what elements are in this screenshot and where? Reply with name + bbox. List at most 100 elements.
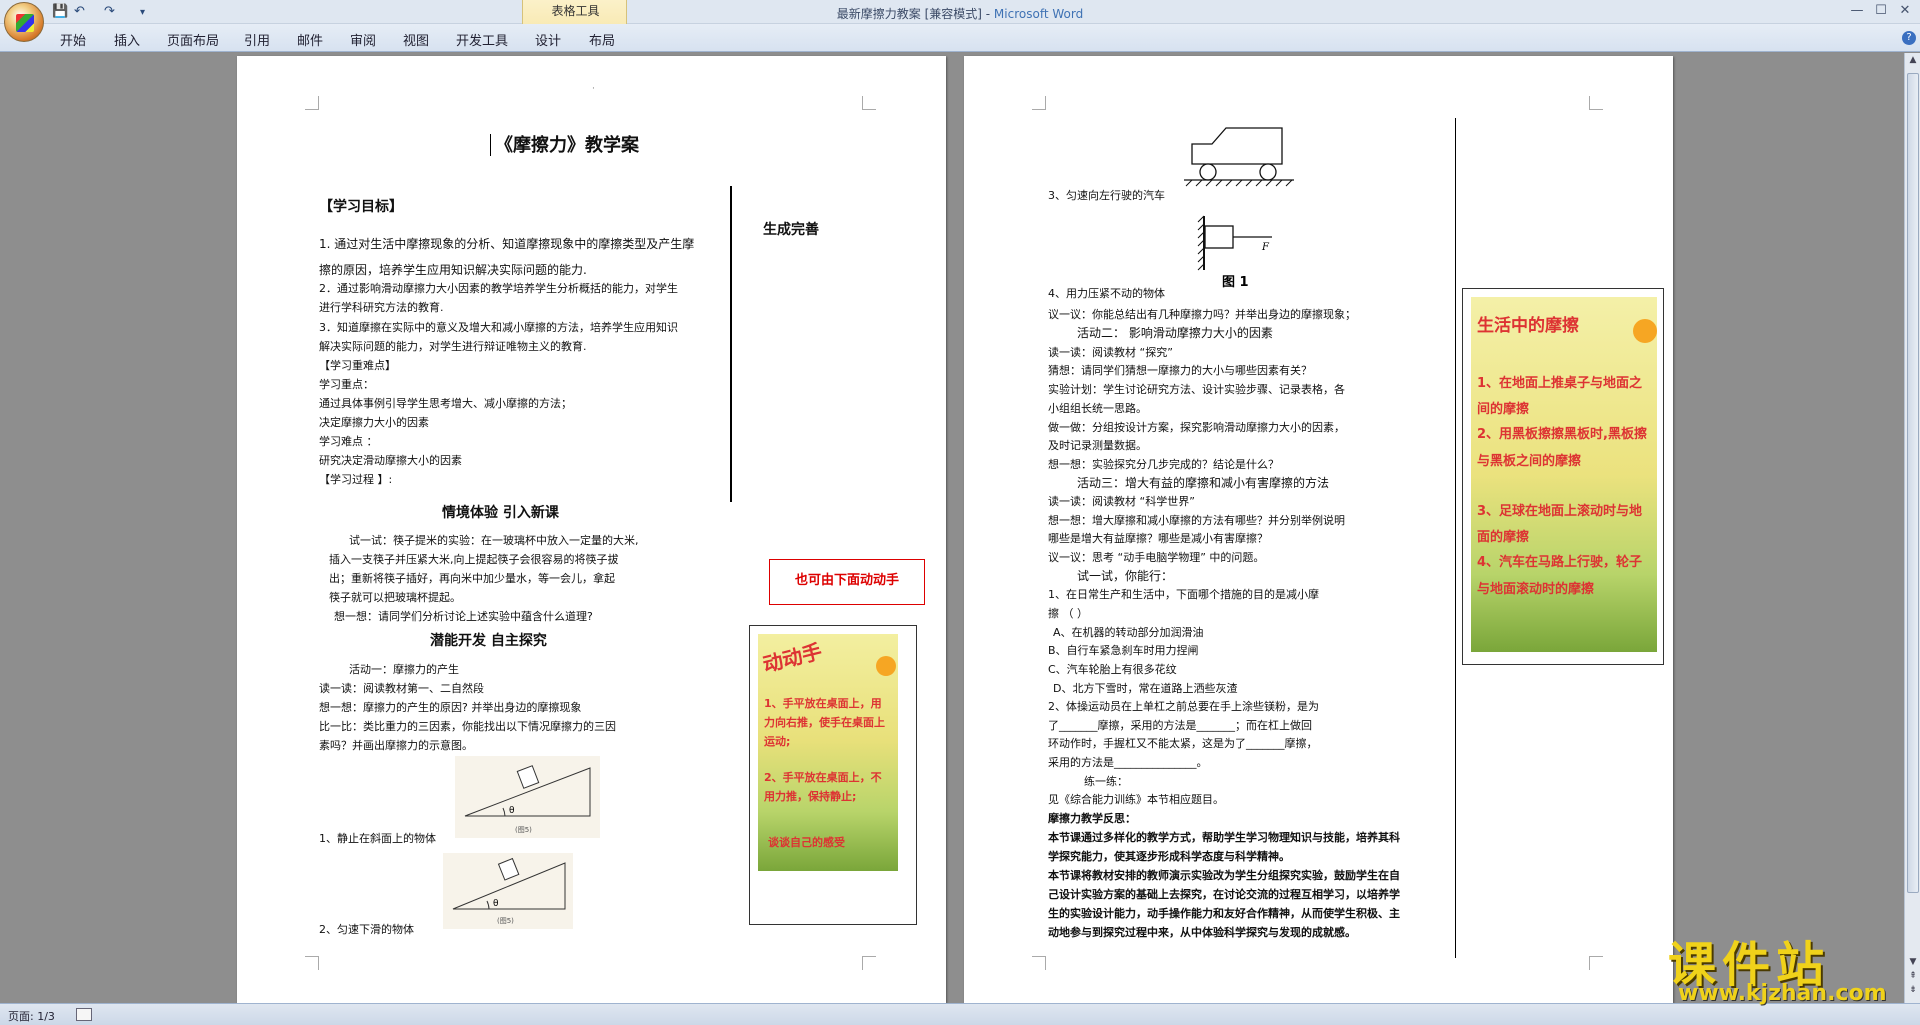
watermark-logo: 课件站 www.kjzhan.com (1668, 925, 1920, 1006)
figure-caption: 2、匀速下滑的物体 (319, 923, 414, 936)
fig-label: (图5) (515, 826, 532, 834)
poster-title: 动动手 (760, 639, 825, 677)
table-tools-label: 表格工具 (551, 4, 600, 18)
table-border (1455, 118, 1456, 958)
tab-view[interactable]: 视图 (403, 30, 429, 49)
section-title: 潜能开发 自主探究 (430, 633, 547, 649)
reflection-text: 本节课通过多样化的教学方式，帮助学生学习物理知识与技能，培养其科 (1048, 831, 1400, 844)
body-text: 想一想：摩擦力的产生的原因? 并举出身边的摩擦现象 (319, 701, 582, 714)
page-indicator[interactable]: 页面: 1/3 (8, 1008, 55, 1024)
sun-icon (876, 656, 896, 676)
tab-layout[interactable]: 布局 (589, 30, 615, 49)
body-text: 想一想：实验探究分几步完成的？结论是什么？ (1048, 458, 1279, 471)
tab-references[interactable]: 引用 (244, 30, 270, 49)
body-text: 及时记录测量数据。 (1048, 439, 1147, 452)
body-text: 采用的方法是_______________。 (1048, 756, 1208, 769)
body-text: 活动三：增大有益的摩擦和减小有害摩擦的方法 (1077, 476, 1330, 490)
office-button[interactable] (4, 2, 44, 42)
poster-text: 2、手平放在桌面上，不用力推，保持静止; (764, 771, 882, 803)
body-text: 活动二： 影响滑动摩擦力大小的因素 (1077, 326, 1273, 340)
body-text: 议一议：思考 “动手电脑学物理” 中的问题。 (1048, 551, 1265, 564)
process-header: 【学习过程 】: (319, 473, 393, 486)
margin-mark (1032, 956, 1046, 970)
reflection-header: 摩擦力教学反思： (1048, 812, 1136, 825)
body-text: 环动作时，手握杠又不能太紧，这是为了_______摩擦， (1048, 737, 1318, 750)
tab-insert[interactable]: 插入 (114, 30, 140, 49)
maximize-icon[interactable]: ☐ (1870, 3, 1892, 18)
margin-mark (1032, 96, 1046, 110)
minimize-icon[interactable]: — (1846, 3, 1868, 18)
section-title: 情境体验 引入新课 (442, 505, 559, 521)
goal-text: 擦的原因，培养学生应用知识解决实际问题的能力. (319, 263, 587, 277)
ribbon-tab-bar: 开始 插入 页面布局 引用 邮件 审阅 视图 开发工具 设计 布局 (0, 24, 1920, 52)
margin-mark (305, 96, 319, 110)
title-bar: 💾 ↶ ↷ ▾ 最新摩擦力教案 [兼容模式] - Microsoft Word … (0, 0, 1920, 24)
body-text: 读一读：阅读教材 “探究” (1048, 346, 1173, 359)
body-text: 筷子就可以把玻璃杯提起。 (329, 591, 461, 604)
tab-page-layout[interactable]: 页面布局 (167, 30, 219, 49)
body-text: 比一比：类比重力的三因素，你能找出以下情况摩擦力的三因 (319, 720, 616, 733)
incline-figure-2: θ (图5) (443, 853, 573, 929)
body-text: 议一议：你能总结出有几种摩擦力吗？并举出身边的摩擦现象； (1048, 308, 1356, 321)
close-icon[interactable]: ✕ (1894, 3, 1916, 18)
body-text: 哪些是增大有益摩擦？哪些是减小有害摩擦？ (1048, 532, 1268, 545)
car-figure (1184, 127, 1294, 187)
incline-figure-1: θ (图5) (455, 756, 600, 838)
goal-header: 【学习目标】 (319, 199, 403, 215)
margin-mark (1589, 96, 1603, 110)
goal-text: 解决实际问题的能力，对学生进行辩证唯物主义的教育. (319, 340, 587, 353)
document-page-1[interactable]: · 《摩擦力》教学案 【学习目标】 1. 通过对生活中摩擦现象的分析、知道摩擦现… (237, 56, 946, 1003)
key-text: 通过具体事例引导学生思考增大、减小摩擦的方法； (319, 397, 572, 410)
help-icon[interactable]: ? (1902, 31, 1916, 45)
vertical-scrollbar[interactable]: ▲ ▼ ⇞ ⇟ (1904, 53, 1920, 1003)
tab-review[interactable]: 审阅 (350, 30, 376, 49)
difficulty-label: 学习难点 ： (319, 435, 378, 448)
option-text: D、北方下雪时，常在道路上洒些灰渣 (1053, 682, 1238, 695)
margin-mark (1589, 956, 1603, 970)
table-border (730, 186, 732, 502)
reflection-text: 生的实验设计能力，动手操作能力和友好合作精神，从而使学生积极、主 (1048, 907, 1400, 920)
margin-mark (862, 96, 876, 110)
watermark-url: www.kjzhan.com (1678, 981, 1887, 1006)
sun-icon (1633, 319, 1657, 343)
poster-title: 生活中的摩擦 (1477, 316, 1579, 336)
poster-text: 3、足球在地面上滚动时与地面的摩擦 (1477, 504, 1643, 545)
poster-frame: 动动手 1、手平放在桌面上，用力向右推，使手在桌面上运动; 2、手平放在桌面上，… (749, 625, 917, 925)
body-text: 插入一支筷子并压紧大米,向上提起筷子会很容易的将筷子拔 (329, 553, 619, 566)
status-bar: 页面: 1/3 (0, 1003, 1920, 1025)
body-text: 出；重新将筷子插好，再向米中加少量水，等一会儿，拿起 (329, 572, 615, 585)
body-text: 素吗？并画出摩擦力的示意图。 (319, 739, 473, 752)
tab-home[interactable]: 开始 (60, 30, 86, 49)
side-column-title: 生成完善 (763, 222, 819, 238)
paragraph-mark: · (592, 84, 595, 94)
figure-caption: 1、静止在斜面上的物体 (319, 832, 436, 845)
difficulty-text: 研究决定滑动摩擦大小的因素 (319, 454, 462, 467)
poster-text: 谈谈自己的感受 (768, 836, 845, 849)
body-text: 练一练： (1084, 775, 1128, 788)
body-text: 擦 （ ） (1048, 607, 1088, 620)
body-text: 活动一：摩擦力的产生 (349, 663, 459, 676)
body-text: 了_______摩擦，采用的方法是_______；而在杠上做回 (1048, 719, 1312, 732)
office-logo-icon (16, 14, 34, 32)
option-text: C、汽车轮胎上有很多花纹 (1048, 663, 1177, 676)
friction-in-life-poster: 生活中的摩擦 1、在地面上推桌子与地面之间的摩擦 2、用黑板擦擦黑板时,黑板擦与… (1471, 297, 1657, 652)
tab-mailings[interactable]: 邮件 (297, 30, 323, 49)
reflection-text: 动地参与到探究过程中来，从中体验科学探究与发现的成就感。 (1048, 926, 1356, 939)
body-text: 试一试：筷子提米的实验：在一玻璃杯中放入一定量的大米, (349, 534, 639, 547)
scroll-thumb[interactable] (1907, 73, 1919, 893)
body-text: 想一想：请同学们分析讨论上述实验中蕴含什么道理? (334, 610, 593, 623)
body-text: 读一读：阅读教材 “科学世界” (1048, 495, 1195, 508)
side-note-box: 也可由下面动动手 (769, 559, 925, 605)
proofing-icon[interactable] (76, 1008, 92, 1021)
key-header: 【学习重难点】 (319, 359, 396, 372)
poster-text: 2、用黑板擦擦黑板时,黑板擦与黑板之间的摩擦 (1477, 427, 1647, 469)
theta-label: θ (509, 806, 515, 816)
tab-developer[interactable]: 开发工具 (456, 30, 508, 49)
body-text: 做一做：分组按设计方案，探究影响滑动摩擦力大小的因素， (1048, 421, 1345, 434)
margin-mark (862, 956, 876, 970)
document-page-2[interactable]: 3、匀速向左行驶的汽车 F 图 1 4、用力压紧不动的物体 议一议：你能总结出有… (964, 56, 1673, 1003)
scroll-up-icon[interactable]: ▲ (1907, 55, 1919, 67)
tab-design[interactable]: 设计 (535, 30, 561, 49)
reflection-text: 己设计实验方案的基础上去探究，在讨论交流的过程互相学习，以培养学 (1048, 888, 1400, 901)
wall-force-figure: F 图 1 (1197, 215, 1272, 290)
